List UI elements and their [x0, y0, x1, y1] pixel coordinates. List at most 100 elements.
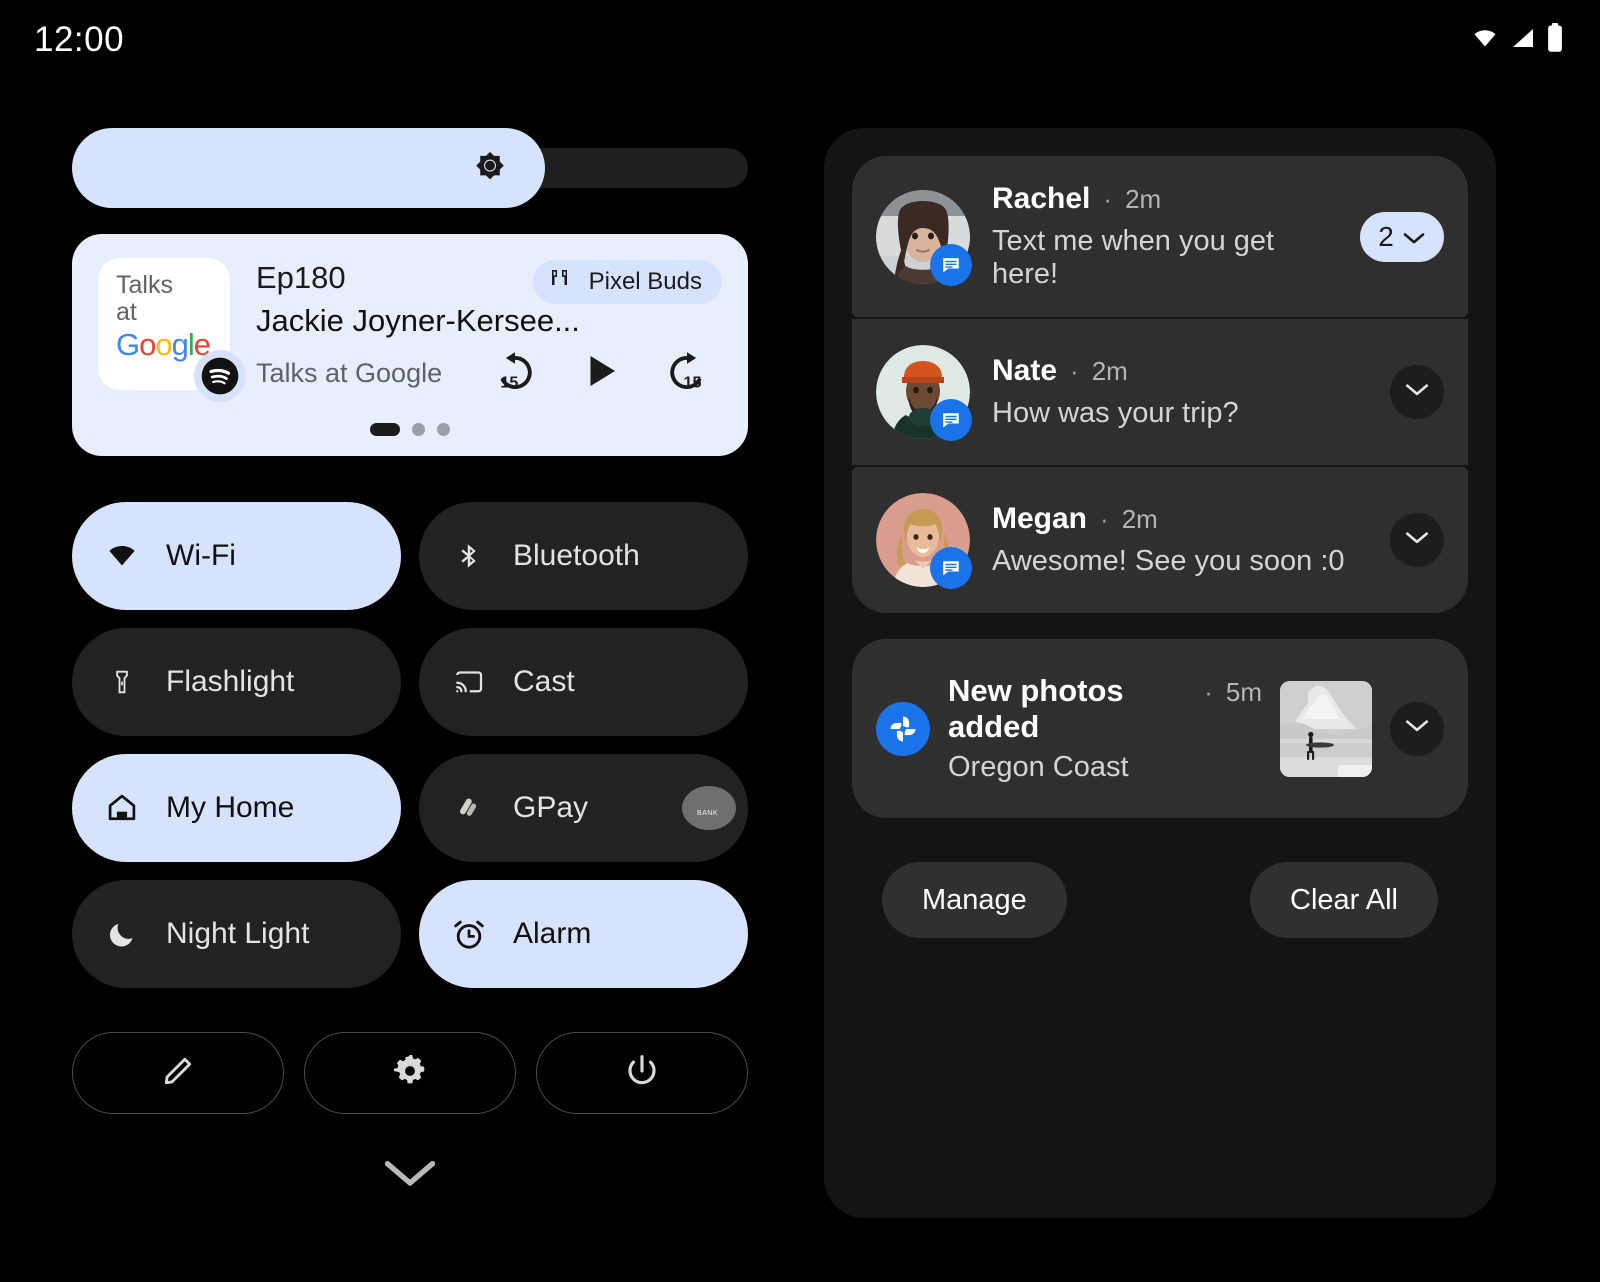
notification-body: Rachel · 2m Text me when you get here!	[992, 182, 1338, 291]
status-clock: 12:00	[34, 20, 125, 59]
chevron-down-icon	[1402, 221, 1426, 253]
android-quick-settings-screen: 12:00 Talks at Google Pixel Buds Ep180 J…	[0, 0, 1600, 1282]
shade-action-row: Manage Clear All	[852, 862, 1468, 938]
timestamp: 2m	[1121, 504, 1158, 534]
separator: ·	[1103, 184, 1113, 214]
chevron-down-icon	[1404, 530, 1430, 551]
chevron-down-icon	[383, 1158, 437, 1195]
settings-button[interactable]	[304, 1032, 516, 1114]
output-device-chip[interactable]: Pixel Buds	[532, 260, 722, 304]
album-art-line-1: Talks	[116, 271, 173, 299]
media-info: Pixel Buds Ep180 Jackie Joyner-Kersee...…	[230, 258, 722, 399]
edit-tiles-button[interactable]	[72, 1032, 284, 1114]
notification-new-photos[interactable]: New photos added · 5m Oregon Coast	[852, 639, 1468, 818]
page-dot-3[interactable]	[437, 423, 450, 436]
notification-nate[interactable]: Nate · 2m How was your trip?	[852, 319, 1468, 465]
tile-cast[interactable]: Cast	[419, 628, 748, 736]
notification-header: New photos added · 5m	[948, 673, 1262, 745]
brightness-slider[interactable]	[72, 128, 748, 208]
tile-my-home[interactable]: My Home	[72, 754, 401, 862]
gear-icon	[391, 1052, 429, 1095]
expand-notification-button[interactable]	[1390, 701, 1444, 756]
timestamp: 2m	[1125, 184, 1162, 214]
tile-wifi[interactable]: Wi-Fi	[72, 502, 401, 610]
expand-notification-button[interactable]	[1390, 513, 1444, 567]
avatar-wrapper	[876, 493, 972, 589]
notification-message: Text me when you get here!	[992, 225, 1275, 290]
tile-label: Alarm	[513, 917, 592, 950]
collapse-shade-handle[interactable]	[72, 1158, 748, 1195]
notification-count-badge[interactable]: 2	[1360, 211, 1444, 262]
notification-message: How was your trip?	[992, 397, 1239, 429]
cast-icon	[449, 667, 489, 697]
tile-night-light[interactable]: Night Light	[72, 880, 401, 988]
wifi-icon	[102, 541, 142, 571]
power-button[interactable]	[536, 1032, 748, 1114]
page-dot-1[interactable]	[370, 423, 400, 436]
notification-rachel[interactable]: Rachel · 2m Text me when you get here! 2	[852, 156, 1468, 317]
chevron-down-icon	[1404, 382, 1430, 403]
gpay-icon	[449, 793, 489, 823]
rewind-15-button[interactable]: 15	[492, 348, 538, 399]
album-art-line-2: at	[116, 298, 137, 326]
timestamp: 5m	[1225, 677, 1262, 707]
expand-notification-button[interactable]	[1390, 365, 1444, 419]
notification-megan[interactable]: Megan · 2m Awesome! See you soon :0	[852, 467, 1468, 613]
status-icon-group	[1470, 22, 1564, 58]
power-icon	[623, 1052, 661, 1095]
earbuds-icon	[549, 267, 579, 298]
forward-15-button[interactable]: 15	[664, 348, 710, 399]
tile-label: GPay	[513, 791, 589, 824]
brightness-icon	[467, 143, 513, 194]
cellular-signal-icon	[1509, 26, 1537, 55]
tile-flashlight[interactable]: Flashlight	[72, 628, 401, 736]
tile-label: My Home	[166, 791, 295, 824]
tile-bluetooth[interactable]: Bluetooth	[419, 502, 748, 610]
separator: ·	[1204, 677, 1213, 707]
photos-subtitle: Oregon Coast	[948, 751, 1129, 783]
brightness-fill[interactable]	[72, 128, 545, 208]
chevron-down-icon	[1404, 718, 1430, 739]
separator: ·	[1070, 356, 1079, 386]
messages-icon	[930, 399, 972, 441]
messages-icon	[930, 547, 972, 589]
notification-message: Awesome! See you soon :0	[992, 545, 1345, 577]
sender-name: Rachel	[992, 182, 1091, 215]
tile-label: Flashlight	[166, 665, 295, 698]
play-button[interactable]	[580, 350, 622, 397]
quick-settings-footer	[72, 1032, 748, 1114]
quick-settings-column: Talks at Google Pixel Buds Ep180 Jackie …	[72, 128, 748, 1195]
count-value: 2	[1378, 220, 1394, 252]
status-bar: 12:00	[0, 0, 1600, 80]
manage-button[interactable]: Manage	[882, 862, 1067, 938]
media-top-row: Talks at Google Pixel Buds Ep180 Jackie …	[98, 258, 722, 402]
flashlight-icon	[102, 664, 142, 700]
notification-shade: Rachel · 2m Text me when you get here! 2	[824, 128, 1496, 1218]
clear-all-button[interactable]: Clear All	[1250, 862, 1438, 938]
pencil-icon	[159, 1052, 197, 1095]
battery-icon	[1546, 22, 1564, 58]
tile-alarm[interactable]: Alarm	[419, 880, 748, 988]
notification-header: Rachel · 2m	[992, 182, 1338, 216]
media-player-card[interactable]: Talks at Google Pixel Buds Ep180 Jackie …	[72, 234, 748, 456]
media-subtitle: Talks at Google	[256, 358, 443, 389]
page-dot-2[interactable]	[412, 423, 425, 436]
svg-text:15: 15	[684, 374, 702, 392]
notification-body: Megan · 2m Awesome! See you soon :0	[992, 502, 1368, 578]
tile-label: Night Light	[166, 917, 310, 950]
media-page-dots[interactable]	[72, 423, 748, 436]
home-icon	[102, 791, 142, 825]
avatar-wrapper	[876, 345, 972, 441]
quick-settings-tile-grid: Wi-Fi Bluetooth Flashlight Cast My Home …	[72, 502, 748, 988]
photo-thumbnail-surfer	[1280, 680, 1372, 777]
tile-gpay[interactable]: GPay BANK	[419, 754, 748, 862]
svg-text:15: 15	[501, 374, 519, 392]
album-art-wrapper: Talks at Google	[98, 258, 246, 402]
tile-label: Bluetooth	[513, 539, 640, 572]
alarm-icon	[449, 916, 489, 952]
photos-notification-group: New photos added · 5m Oregon Coast	[852, 639, 1468, 818]
media-title: Jackie Joyner-Kersee...	[256, 303, 580, 339]
notification-body: Nate · 2m How was your trip?	[992, 354, 1368, 430]
photos-title: New photos added	[948, 673, 1124, 744]
